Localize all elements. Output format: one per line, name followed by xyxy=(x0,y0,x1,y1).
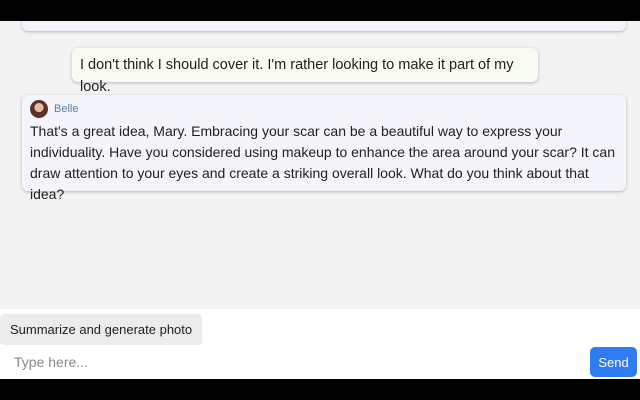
send-button[interactable]: Send xyxy=(590,347,637,377)
assistant-message-bubble: Belle That's a great idea, Mary. Embraci… xyxy=(22,95,626,202)
sender-name: Belle xyxy=(54,103,79,115)
message-input[interactable] xyxy=(4,348,580,376)
composer: Summarize and generate photo Send xyxy=(0,309,640,379)
previous-message-bubble xyxy=(22,21,626,31)
user-message-text: I don't think I should cover it. I'm rat… xyxy=(80,57,514,95)
summarize-generate-photo-button[interactable]: Summarize and generate photo xyxy=(0,314,203,345)
chat-history[interactable]: I don't think I should cover it. I'm rat… xyxy=(0,21,640,309)
avatar xyxy=(30,100,48,118)
assistant-message-text: That's a great idea, Mary. Embracing you… xyxy=(30,123,615,202)
chat-app: I don't think I should cover it. I'm rat… xyxy=(0,21,640,379)
user-message-bubble: I don't think I should cover it. I'm rat… xyxy=(72,48,538,95)
sender-row: Belle xyxy=(30,100,618,118)
